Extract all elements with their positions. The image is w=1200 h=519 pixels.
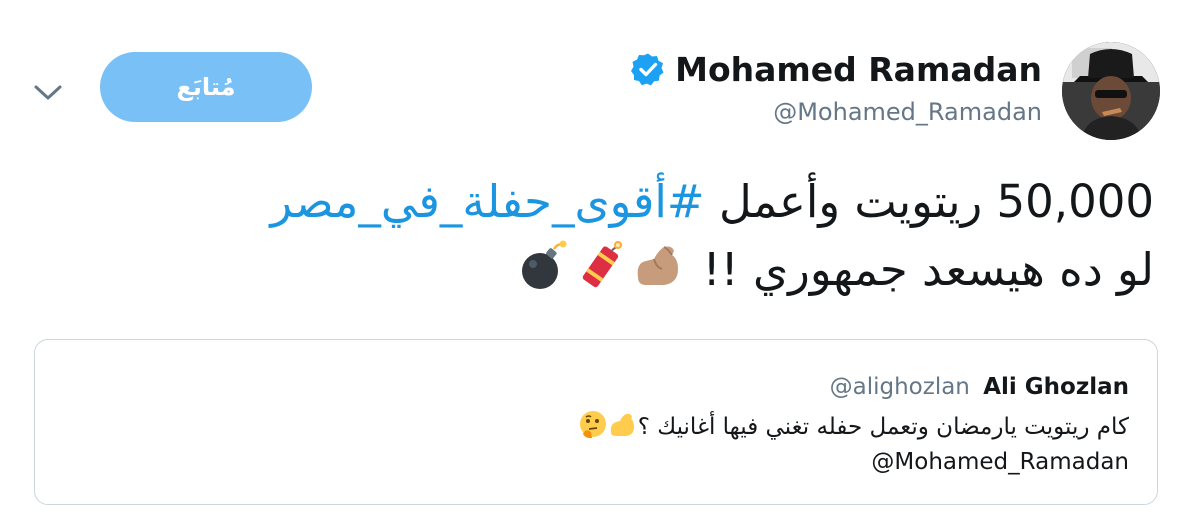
quote-header: @alighozlan Ali Ghozlan <box>830 374 1129 400</box>
author-handle[interactable]: @Mohamed_Ramadan <box>773 98 1042 126</box>
avatar[interactable] <box>1062 42 1160 140</box>
quote-author-handle: @alighozlan <box>829 374 970 400</box>
chevron-down-icon[interactable] <box>30 80 66 104</box>
quote-text: كام ريتويت يارمضان وتعمل حفله تغني فيها … <box>578 410 1129 480</box>
tweet-line-1: 50,000 ريتويت وأعمل #أقوى_حفلة_في_مصر <box>54 168 1154 236</box>
flexed-biceps-icon <box>637 246 679 285</box>
author-name-row[interactable]: Mohamed Ramadan <box>631 46 1042 92</box>
quote-text-line: كام ريتويت يارمضان وتعمل حفله تغني فيها … <box>578 410 1129 445</box>
bomb-icon <box>522 240 567 289</box>
quoted-tweet[interactable]: @alighozlan Ali Ghozlan كام ريتويت يارمض… <box>34 339 1158 505</box>
flexed-biceps-icon <box>610 413 634 436</box>
tweet-line-2: لو ده هيسعد جمهوري !! <box>54 236 1154 304</box>
tweet-text: 50,000 ريتويت وأعمل #أقوى_حفلة_في_مصر لو… <box>54 168 1154 304</box>
verified-badge-icon <box>631 53 664 86</box>
tweet-text-part: ريتويت وأعمل <box>704 175 997 228</box>
mention-link[interactable]: @Mohamed_Ramadan <box>578 445 1129 480</box>
retweet-count-text: 50,000 <box>996 175 1154 228</box>
tweet-text-part: لو ده هيسعد جمهوري !! <box>688 243 1154 296</box>
hashtag-link[interactable]: #أقوى_حفلة_في_مصر <box>270 175 704 228</box>
quote-text-body: كام ريتويت يارمضان وتعمل حفله تغني فيها … <box>637 414 1129 440</box>
author-display-name[interactable]: Mohamed Ramadan <box>675 50 1042 89</box>
thinking-face-icon <box>579 411 606 439</box>
firecracker-icon <box>583 241 623 288</box>
quote-author-name: Ali Ghozlan <box>983 374 1129 400</box>
avatar-image <box>1062 42 1160 140</box>
tweet-card: مُتابَع Mohamed Ramadan @Mohamed_Ramadan… <box>0 0 1200 519</box>
following-button[interactable]: مُتابَع <box>100 52 312 122</box>
